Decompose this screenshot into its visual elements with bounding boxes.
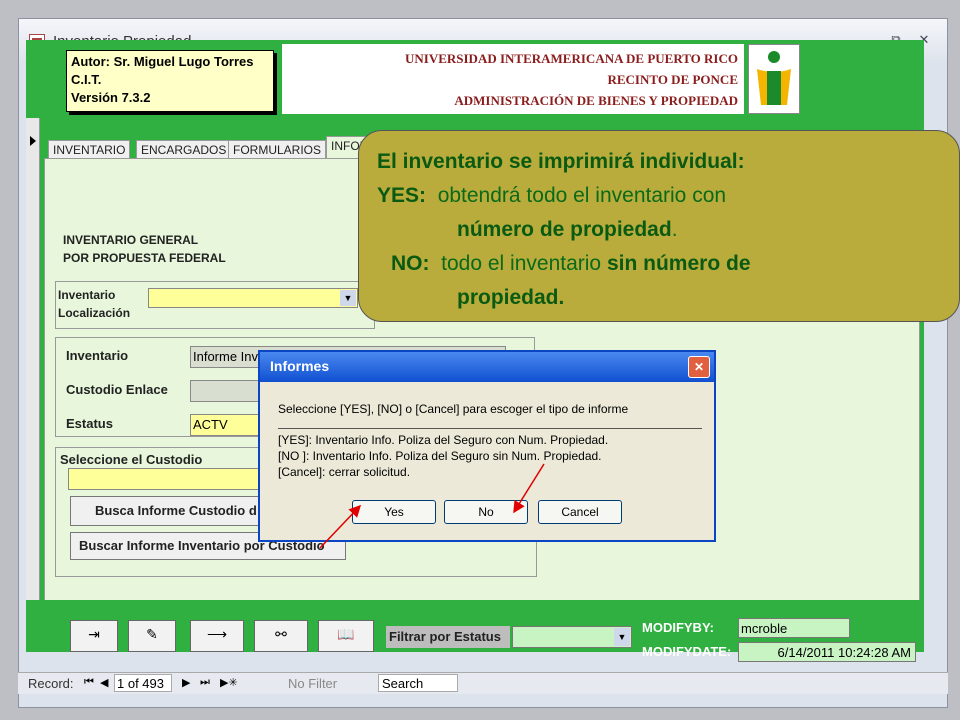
- callout-no-emphasis-2: propiedad.: [457, 286, 565, 309]
- callout-heading: El inventario se imprimirá individual:: [377, 150, 745, 173]
- callout-period: .: [671, 218, 678, 241]
- annotation-arrows: [319, 463, 545, 549]
- callout-yes-text: obtendrá todo el inventario con: [437, 184, 727, 207]
- callout-yes-emphasis: número de propiedad: [457, 218, 672, 241]
- arrow-to-yes: [319, 504, 362, 549]
- arrow-to-no: [513, 463, 545, 514]
- callout-no-emphasis: sin número de: [606, 252, 751, 275]
- callout-yes-label: YES:: [377, 184, 427, 207]
- callout-no-label: NO:: [391, 252, 430, 275]
- callout-no-text: todo el inventario: [441, 252, 602, 275]
- explanation-callout: El inventario se imprimirá individual: Y…: [358, 130, 960, 322]
